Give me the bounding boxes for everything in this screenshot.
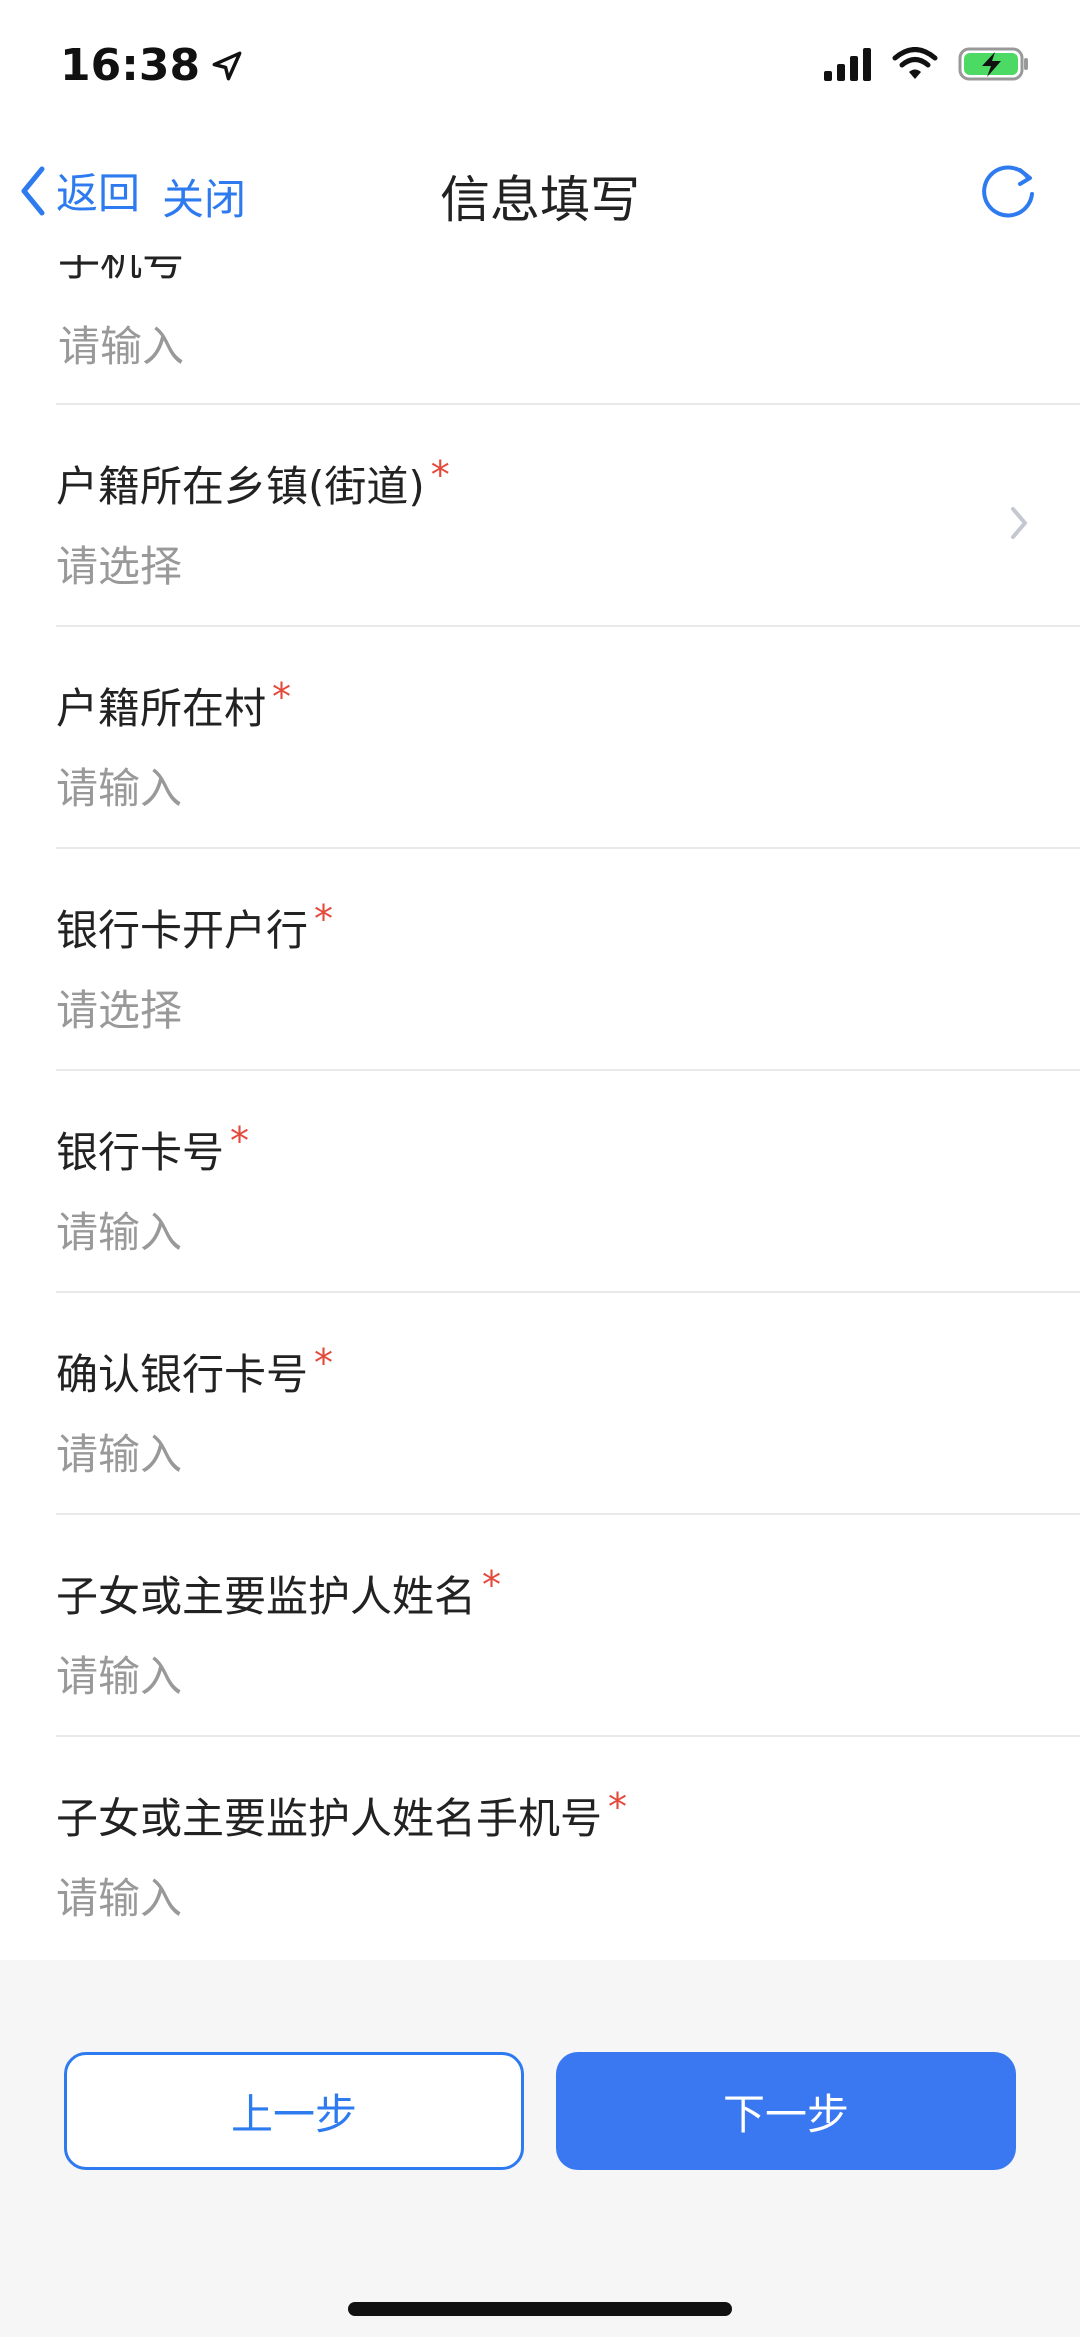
village-label: 户籍所在村 *	[56, 675, 291, 736]
status-icons	[822, 46, 1030, 82]
refresh-icon	[982, 165, 1034, 218]
guardian-phone-label-text: 子女或主要监护人姓名手机号	[56, 1794, 603, 1843]
battery-charging-icon	[958, 47, 1028, 81]
guardian-name-input[interactable]: 请输入	[56, 1643, 182, 1704]
status-time-group: 16:38	[60, 40, 244, 91]
location-arrow-icon	[212, 51, 242, 80]
form-row-bank[interactable]: 银行卡开户行 * 请选择	[56, 847, 1080, 1071]
signal-icon	[824, 48, 871, 81]
guardian-name-label: 子女或主要监护人姓名 *	[56, 1563, 501, 1624]
form-row-guardian-name[interactable]: 子女或主要监护人姓名 * 请输入	[56, 1513, 1080, 1737]
chevron-right-icon	[1008, 505, 1030, 545]
form-row-guardian-phone[interactable]: 子女或主要监护人姓名手机号 * 请输入	[56, 1735, 1080, 1959]
required-marker: *	[314, 897, 334, 941]
required-marker: *	[430, 453, 450, 497]
township-select[interactable]: 请选择	[56, 533, 182, 594]
township-label-text: 户籍所在乡镇(街道)	[56, 462, 425, 511]
village-label-text: 户籍所在村	[56, 684, 267, 733]
guardian-name-label-text: 子女或主要监护人姓名	[56, 1572, 477, 1621]
form-row-card-number[interactable]: 银行卡号 * 请输入	[56, 1069, 1080, 1293]
required-marker: *	[314, 1341, 334, 1385]
previous-step-button[interactable]: 上一步	[64, 2052, 524, 2170]
required-marker: *	[230, 1119, 250, 1163]
phone-input[interactable]: 请输入	[58, 313, 184, 374]
bank-label: 银行卡开户行 *	[56, 897, 333, 958]
required-marker: *	[482, 1563, 502, 1607]
required-marker: *	[272, 675, 292, 719]
page-title: 信息填写	[440, 171, 640, 229]
required-marker: *	[608, 1785, 628, 1829]
guardian-phone-label: 子女或主要监护人姓名手机号 *	[56, 1785, 627, 1846]
form-area: 手机号 请输入 户籍所在乡镇(街道) * 请选择 户籍所在村 * 请输入 银行卡开户…	[0, 255, 1080, 1960]
confirm-card-label-text: 确认银行卡号	[56, 1350, 309, 1399]
home-indicator[interactable]	[348, 2302, 732, 2316]
card-number-label: 银行卡号 *	[56, 1119, 249, 1180]
form-row-confirm-card[interactable]: 确认银行卡号 * 请输入	[56, 1291, 1080, 1515]
next-step-button[interactable]: 下一步	[556, 2052, 1016, 2170]
bank-select[interactable]: 请选择	[56, 977, 182, 1038]
confirm-card-label: 确认银行卡号 *	[56, 1341, 333, 1402]
village-input[interactable]: 请输入	[56, 755, 182, 816]
nav-bar: 返回 关闭 信息填写	[0, 130, 1080, 255]
form-row-township[interactable]: 户籍所在乡镇(街道) * 请选择	[56, 403, 1080, 627]
status-bar: 16:38	[0, 0, 1080, 130]
township-label: 户籍所在乡镇(街道) *	[56, 453, 450, 514]
card-number-input[interactable]: 请输入	[56, 1199, 182, 1260]
status-time: 16:38	[60, 40, 201, 91]
bank-label-text: 银行卡开户行	[56, 906, 309, 955]
phone-label: 手机号	[58, 255, 185, 285]
footer: 上一步 下一步	[0, 1960, 1080, 2337]
guardian-phone-input[interactable]: 请输入	[56, 1865, 182, 1926]
confirm-card-input[interactable]: 请输入	[56, 1421, 182, 1482]
refresh-button[interactable]	[976, 158, 1040, 226]
wifi-icon	[892, 47, 938, 79]
form-row-village[interactable]: 户籍所在村 * 请输入	[56, 625, 1080, 849]
card-number-label-text: 银行卡号	[56, 1128, 225, 1177]
